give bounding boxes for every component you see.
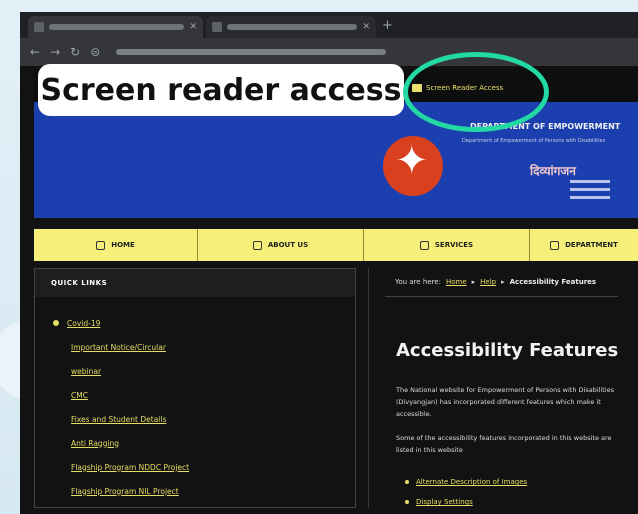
quick-link-anti-ragging[interactable]: Anti Ragging bbox=[53, 431, 355, 455]
feature-label: Display Settings bbox=[416, 498, 473, 506]
tab-bar: ✕ ✕ + bbox=[20, 12, 638, 38]
forward-icon[interactable]: → bbox=[50, 45, 60, 59]
quick-link-nddc[interactable]: Flagship Program NDDC Project bbox=[53, 455, 355, 479]
department-subtitle: Department of Empowerment of Persons wit… bbox=[462, 138, 606, 144]
quick-link-label: Flagship Program NIL Project bbox=[71, 486, 179, 496]
feature-label: Alternate Description of Images bbox=[416, 478, 528, 486]
quick-link-nil[interactable]: Flagship Program NIL Project bbox=[53, 479, 355, 503]
breadcrumb-current: Accessibility Features bbox=[509, 278, 597, 286]
department-hindi-name: दिव्यांगजन bbox=[530, 164, 576, 178]
divider bbox=[385, 296, 618, 297]
tab-title bbox=[227, 24, 358, 30]
favicon-icon bbox=[34, 22, 44, 32]
nav-services[interactable]: SERVICES bbox=[364, 229, 530, 261]
page-title: Accessibility Features bbox=[396, 340, 619, 361]
close-icon[interactable]: ✕ bbox=[189, 22, 197, 32]
quick-link-label: CMC bbox=[71, 390, 88, 400]
quick-link-label: Fixes and Student Details bbox=[71, 414, 167, 424]
quick-links-panel: QUICK LINKS Covid-19 Important Notice/Ci… bbox=[34, 268, 356, 508]
home-icon bbox=[96, 240, 106, 250]
site-banner bbox=[34, 102, 638, 218]
tab-title bbox=[49, 24, 185, 30]
services-icon bbox=[419, 240, 429, 250]
address-bar: ← → ↻ ⊜ bbox=[20, 38, 638, 66]
breadcrumb-home[interactable]: Home bbox=[446, 278, 467, 286]
main-nav: HOME ABOUT US SERVICES DEPARTMENT bbox=[34, 229, 638, 261]
close-icon[interactable]: ✕ bbox=[362, 22, 370, 32]
breadcrumb: You are here: Home ▸ Help ▸ Accessibilit… bbox=[369, 268, 618, 296]
nav-home-label: HOME bbox=[111, 241, 135, 249]
quick-link-label: Anti Ragging bbox=[71, 438, 120, 448]
features-paragraph: Some of the accessibility features incor… bbox=[396, 434, 612, 454]
bullet-icon bbox=[405, 500, 409, 504]
nav-about-label: ABOUT US bbox=[267, 241, 309, 249]
bullet-icon bbox=[405, 480, 409, 484]
screen-reader-access-callout: Screen reader access bbox=[38, 64, 404, 116]
breadcrumb-prefix: You are here: bbox=[395, 278, 441, 286]
main-content: You are here: Home ▸ Help ▸ Accessibilit… bbox=[368, 268, 618, 508]
logo-figure-icon: ✦ bbox=[395, 138, 429, 184]
favicon-icon bbox=[212, 22, 222, 32]
quick-link-label: Important Notice/Circular bbox=[71, 342, 166, 352]
quick-link-student-details[interactable]: Fixes and Student Details bbox=[53, 407, 355, 431]
highlight-ring bbox=[403, 52, 549, 132]
feature-link[interactable]: Display Settings bbox=[405, 498, 473, 506]
nav-home[interactable]: HOME bbox=[34, 229, 198, 261]
quick-links-list: Covid-19 Important Notice/Circular webin… bbox=[35, 297, 355, 503]
quick-link-label: Covid-19 bbox=[67, 318, 101, 328]
quick-link-label: Flagship Program NDDC Project bbox=[71, 462, 190, 472]
feature-link[interactable]: Alternate Description of Images bbox=[405, 478, 527, 486]
nav-department-label: DEPARTMENT bbox=[565, 241, 618, 249]
nav-services-label: SERVICES bbox=[434, 241, 474, 249]
nav-department[interactable]: DEPARTMENT bbox=[530, 229, 638, 261]
department-logo: ✦ bbox=[383, 128, 453, 198]
new-tab-icon[interactable]: + bbox=[382, 18, 393, 33]
tab-active[interactable]: ✕ bbox=[28, 16, 203, 38]
quick-link-label: webinar bbox=[71, 366, 102, 376]
banner-decoration bbox=[570, 180, 610, 204]
quick-link-webinar[interactable]: webinar bbox=[53, 359, 355, 383]
site-info-icon[interactable]: ⊜ bbox=[90, 45, 100, 59]
bullet-icon bbox=[53, 320, 59, 326]
breadcrumb-sep: ▸ bbox=[501, 278, 505, 286]
reload-icon[interactable]: ↻ bbox=[70, 45, 80, 59]
breadcrumb-help[interactable]: Help bbox=[480, 278, 496, 286]
breadcrumb-sep: ▸ bbox=[471, 278, 476, 286]
back-icon[interactable]: ← bbox=[30, 45, 40, 59]
tab-inactive[interactable]: ✕ bbox=[206, 16, 376, 38]
quick-link-cmc[interactable]: CMC bbox=[53, 383, 355, 407]
about-icon bbox=[252, 240, 262, 250]
nav-about[interactable]: ABOUT US bbox=[198, 229, 364, 261]
url-field[interactable] bbox=[116, 49, 387, 55]
department-icon bbox=[550, 240, 560, 250]
quick-link-notice[interactable]: Important Notice/Circular bbox=[53, 335, 355, 359]
intro-paragraph: The National website for Empowerment of … bbox=[396, 386, 614, 418]
quick-link-covid[interactable]: Covid-19 bbox=[53, 311, 355, 335]
quick-links-heading: QUICK LINKS bbox=[35, 269, 355, 297]
